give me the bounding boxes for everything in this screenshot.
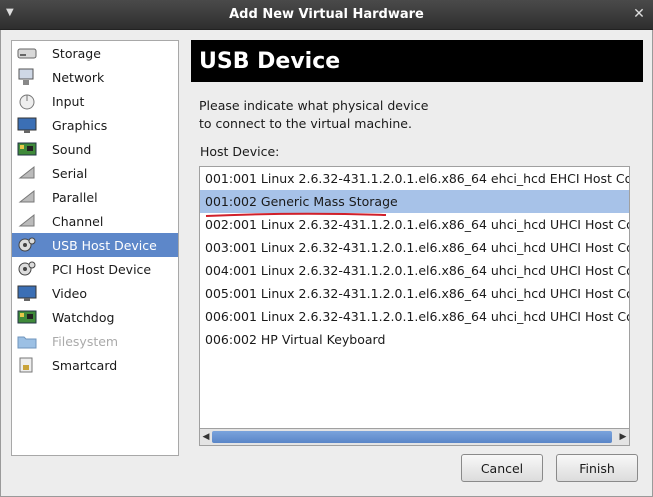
device-row[interactable]: 001:001 Linux 2.6.32-431.1.2.0.1.el6.x86… [200, 167, 629, 190]
smartcard-icon [16, 356, 38, 374]
sidebar-item-smartcard[interactable]: Smartcard [12, 353, 178, 377]
network-icon [16, 68, 38, 86]
cancel-button[interactable]: Cancel [461, 454, 543, 482]
device-row[interactable]: 006:001 Linux 2.6.32-431.1.2.0.1.el6.x86… [200, 305, 629, 328]
sidebar-item-serial[interactable]: Serial [12, 161, 178, 185]
device-row[interactable]: 006:002 HP Virtual Keyboard [200, 328, 629, 351]
horizontal-scrollbar[interactable]: ◀ ▶ [199, 428, 630, 446]
sidebar-item-sound[interactable]: Sound [12, 137, 178, 161]
host-device-list[interactable]: 001:001 Linux 2.6.32-431.1.2.0.1.el6.x86… [199, 166, 630, 446]
sidebar-item-input[interactable]: Input [12, 89, 178, 113]
sidebar-item-filesystem: Filesystem [12, 329, 178, 353]
sidebar-item-watchdog[interactable]: Watchdog [12, 305, 178, 329]
sidebar-item-pci-host-device[interactable]: PCI Host Device [12, 257, 178, 281]
hardware-type-list: Storage Network Input Graphics Sound Ser [11, 40, 179, 456]
sidebar-item-network[interactable]: Network [12, 65, 178, 89]
channel-icon [16, 212, 38, 230]
device-row-selected[interactable]: 001:002 Generic Mass Storage [200, 190, 629, 213]
scroll-left-icon[interactable]: ◀ [200, 430, 212, 444]
sidebar-item-storage[interactable]: Storage [12, 41, 178, 65]
title-bar: ▼ Add New Virtual Hardware ✕ [0, 0, 653, 30]
video-monitor-icon [16, 284, 38, 302]
dialog-body: Storage Network Input Graphics Sound Ser [0, 30, 653, 497]
sound-card-icon [16, 140, 38, 158]
parallel-port-icon [16, 188, 38, 206]
watchdog-card-icon [16, 308, 38, 326]
sidebar-item-graphics[interactable]: Graphics [12, 113, 178, 137]
device-row[interactable]: 004:001 Linux 2.6.32-431.1.2.0.1.el6.x86… [200, 259, 629, 282]
window-title: Add New Virtual Hardware [229, 7, 424, 22]
monitor-icon [16, 116, 38, 134]
storage-icon [16, 44, 38, 62]
sidebar-item-channel[interactable]: Channel [12, 209, 178, 233]
close-icon[interactable]: ✕ [631, 6, 647, 22]
mouse-icon [16, 92, 38, 110]
scrollbar-thumb[interactable] [212, 431, 612, 443]
host-device-label: Host Device: [200, 144, 280, 159]
instructions-text: Please indicate what physical device to … [199, 98, 429, 131]
finish-button[interactable]: Finish [556, 454, 638, 482]
scroll-right-icon[interactable]: ▶ [617, 430, 629, 444]
serial-port-icon [16, 164, 38, 182]
sidebar-item-usb-host-device[interactable]: USB Host Device [12, 233, 178, 257]
usb-gear-icon [16, 236, 38, 254]
folder-icon [16, 332, 38, 350]
window-menu-icon[interactable]: ▼ [6, 7, 22, 21]
sidebar-item-video[interactable]: Video [12, 281, 178, 305]
annotation-underline [205, 212, 387, 217]
sidebar-item-parallel[interactable]: Parallel [12, 185, 178, 209]
device-row[interactable]: 003:001 Linux 2.6.32-431.1.2.0.1.el6.x86… [200, 236, 629, 259]
device-row[interactable]: 005:001 Linux 2.6.32-431.1.2.0.1.el6.x86… [200, 282, 629, 305]
page-heading: USB Device [191, 40, 643, 82]
pci-gear-icon [16, 260, 38, 278]
